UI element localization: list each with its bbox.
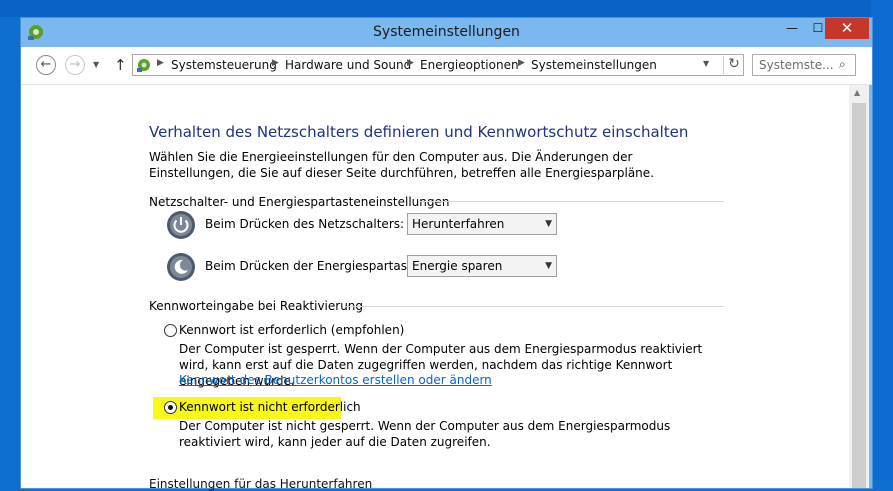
sleep-button-label: Beim Drücken der Energiespartaste: — [205, 259, 424, 273]
chevron-down-icon: ▼ — [545, 261, 552, 271]
refresh-icon[interactable]: ↻ — [723, 56, 744, 74]
power-button-action-value: Herunterfahren — [412, 217, 505, 231]
power-button-action-select[interactable]: Herunterfahren ▼ — [407, 213, 557, 235]
address-bar[interactable]: ▶ Systemsteuerung ▶ Hardware und Sound ▶… — [132, 54, 744, 76]
change-account-password-link[interactable]: Kennwort des Benutzerkontos erstellen od… — [179, 373, 492, 387]
power-icon — [167, 211, 195, 239]
control-panel-icon — [137, 59, 150, 72]
breadcrumb-hardware-und-sound[interactable]: Hardware und Sound — [285, 58, 411, 72]
password-not-required-radio[interactable] — [164, 401, 177, 414]
desktop-background — [0, 0, 893, 17]
window: Systemeinstellungen — ☐ ✕ ← → ▼ ↑ ▶ Syst… — [20, 17, 873, 491]
page-intro: Wählen Sie die Energieeinstellungen für … — [149, 150, 654, 180]
recent-locations-dropdown-icon[interactable]: ▼ — [93, 60, 99, 69]
chevron-down-icon: ▼ — [545, 219, 552, 229]
breadcrumb-systemeinstellungen[interactable]: Systemeinstellungen — [531, 58, 657, 72]
sleep-button-action-value: Energie sparen — [412, 259, 503, 273]
sleep-button-action-select[interactable]: Energie sparen ▼ — [407, 255, 557, 277]
desktop-background-right — [871, 0, 893, 480]
content-pane: Verhalten des Netzschalters definieren u… — [21, 85, 849, 491]
scroll-up-icon[interactable]: ▲ — [854, 88, 860, 97]
address-dropdown-icon[interactable]: ▼ — [703, 59, 709, 68]
password-not-required-description: Der Computer ist nicht gesperrt. Wenn de… — [179, 419, 671, 449]
minimize-button[interactable]: — — [779, 18, 805, 39]
password-group-title: Kennworteingabe bei Reaktivierung — [149, 299, 364, 313]
window-title: Systemeinstellungen — [373, 24, 520, 40]
scroll-thumb[interactable] — [852, 103, 866, 488]
group-divider — [419, 201, 724, 202]
power-button-label: Beim Drücken des Netzschalters: — [205, 217, 405, 231]
vertical-scrollbar[interactable]: ▲ — [849, 85, 869, 488]
password-required-radio[interactable] — [164, 324, 177, 337]
power-settings-group-title: Netzschalter- und Energiespartasteneinst… — [149, 195, 450, 209]
search-icon[interactable]: ⌕ — [839, 57, 846, 72]
page-title: Verhalten des Netzschalters definieren u… — [149, 123, 689, 141]
search-placeholder: Systemste... — [759, 58, 834, 72]
breadcrumb-energieoptionen[interactable]: Energieoptionen — [420, 58, 519, 72]
up-button[interactable]: ↑ — [114, 56, 127, 74]
chevron-right-icon[interactable]: ▶ — [272, 58, 279, 68]
navigation-bar: ← → ▼ ↑ ▶ Systemsteuerung ▶ Hardware und… — [21, 47, 872, 85]
shutdown-settings-group-title: Einstellungen für das Herunterfahren — [149, 477, 373, 491]
password-required-label[interactable]: Kennwort ist erforderlich (empfohlen) — [179, 323, 404, 337]
back-button[interactable]: ← — [36, 55, 56, 75]
chevron-right-icon[interactable]: ▶ — [157, 58, 164, 68]
forward-button[interactable]: → — [65, 55, 85, 75]
chevron-right-icon[interactable]: ▶ — [407, 58, 414, 68]
password-not-required-label[interactable]: Kennwort ist nicht erforderlich — [179, 400, 361, 414]
close-button[interactable]: ✕ — [825, 18, 869, 39]
group-divider — [346, 306, 724, 307]
chevron-right-icon[interactable]: ▶ — [518, 58, 525, 68]
sleep-icon — [167, 253, 195, 281]
breadcrumb-systemsteuerung[interactable]: Systemsteuerung — [171, 58, 277, 72]
title-bar: Systemeinstellungen — ☐ ✕ — [21, 18, 872, 47]
search-input[interactable]: Systemste... ⌕ — [752, 54, 856, 76]
